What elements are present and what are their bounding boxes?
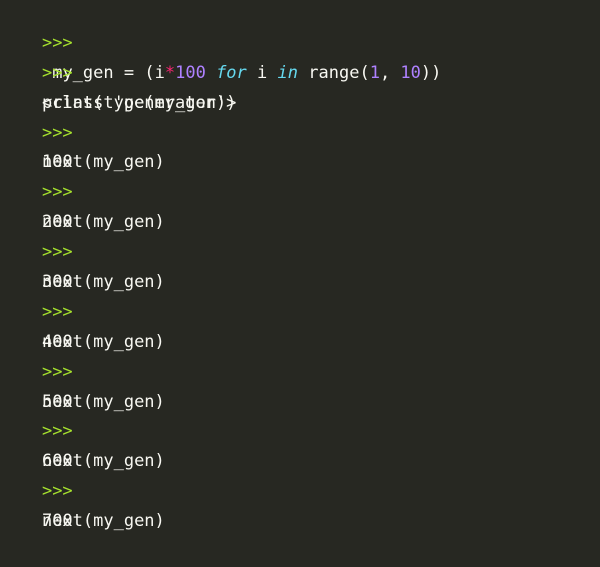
output-text: 200	[41, 212, 73, 233]
output-line: 600	[0, 417, 600, 471]
prompt: >>>	[41, 481, 73, 502]
output-text: 700	[41, 511, 73, 532]
assign-op: =	[113, 62, 145, 83]
output-line: 100	[0, 119, 600, 172]
for-keyword: for	[216, 62, 247, 83]
prompt: >>>	[41, 122, 73, 143]
prompt: >>>	[41, 301, 73, 322]
prompt: >>>	[41, 182, 73, 203]
loop-expr-var: i	[154, 62, 165, 83]
output-text: 300	[41, 272, 73, 293]
prompt: >>>	[41, 242, 73, 263]
output-text: 600	[41, 451, 73, 472]
output-text: <class 'generator'>	[41, 92, 237, 113]
prompt: >>>	[41, 421, 73, 442]
open-paren: (	[144, 62, 155, 83]
comma: ,	[379, 62, 401, 83]
prompt: >>>	[41, 32, 73, 53]
multiply-operator: *	[164, 62, 176, 83]
output-line: 500	[0, 358, 600, 412]
range-call: range(	[308, 62, 370, 83]
number-literal: 100	[175, 62, 206, 83]
output-text: 500	[41, 391, 73, 412]
in-keyword: in	[277, 62, 299, 83]
output-text: 100	[41, 152, 73, 173]
output-text: 400	[41, 331, 73, 352]
range-stop: 10	[400, 62, 421, 83]
prompt: >>>	[41, 62, 73, 83]
output-line: 400	[0, 298, 600, 352]
input-line: >>> my_gen = (i*100 for i in range(1, 10…	[0, 0, 600, 83]
prompt: >>>	[41, 361, 73, 382]
python-console[interactable]: >>> my_gen = (i*100 for i in range(1, 10…	[0, 0, 600, 531]
range-start: 1	[369, 62, 380, 83]
output-line: 200	[0, 178, 600, 232]
loop-var: i	[257, 62, 268, 83]
output-line: 700	[0, 477, 600, 531]
close-parens: ))	[420, 62, 442, 83]
output-line: 300	[0, 238, 600, 292]
input-line: >>> print(type(my_gen))	[0, 29, 600, 113]
